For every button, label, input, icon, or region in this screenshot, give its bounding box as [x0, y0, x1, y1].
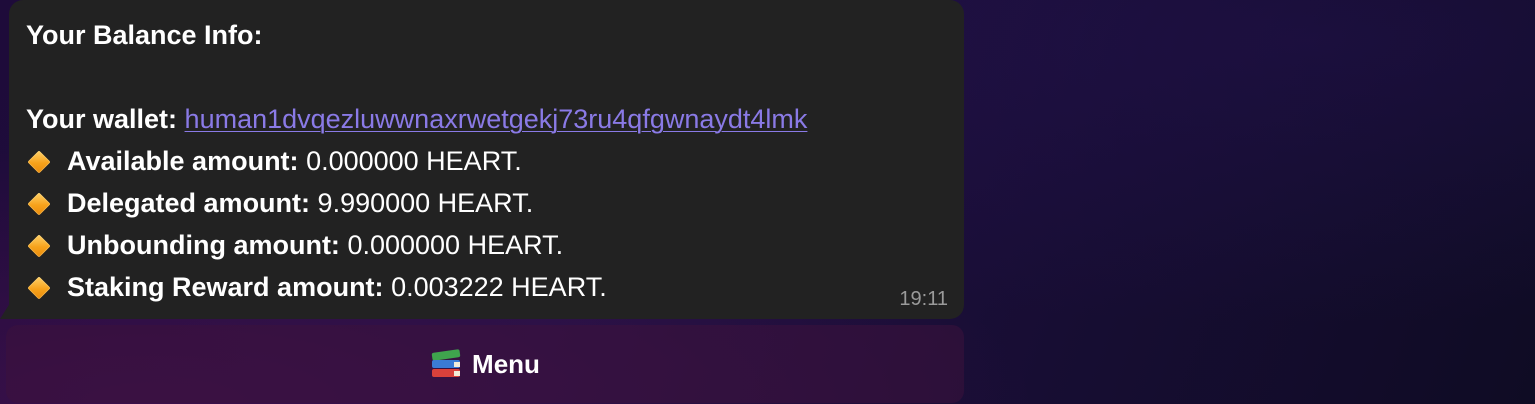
orange-diamond-icon [27, 192, 51, 216]
balance-item-label: Available amount: [67, 146, 299, 176]
balance-item-value: 0.000000 HEART. [347, 230, 564, 260]
wallet-line: Your wallet: human1dvqezluwwnaxrwetgekj7… [26, 98, 948, 140]
message-bubble: Your Balance Info: Your wallet: human1dv… [9, 0, 964, 319]
message-timestamp: 19:11 [899, 288, 948, 310]
balance-item-staking-reward: Staking Reward amount: 0.003222 HEART. [26, 266, 948, 308]
message-title: Your Balance Info: [26, 20, 263, 50]
balance-item-value: 0.003222 HEART. [391, 272, 607, 302]
orange-diamond-icon [27, 150, 51, 174]
balance-item-available: Available amount: 0.000000 HEART. [26, 140, 948, 182]
balance-item-label: Unbounding amount: [67, 230, 340, 260]
wallet-address-link[interactable]: human1dvqezluwwnaxrwetgekj73ru4qfgwnaydt… [185, 104, 808, 134]
orange-diamond-icon [27, 276, 51, 300]
wallet-label: Your wallet: [26, 104, 178, 134]
orange-diamond-icon [27, 234, 51, 258]
balance-item-label: Delegated amount: [67, 188, 311, 218]
books-icon [430, 348, 462, 380]
balance-item-value: 0.000000 HEART. [306, 146, 522, 176]
balance-item-delegated: Delegated amount: 9.990000 HEART. [26, 182, 948, 224]
balance-item-label: Staking Reward amount: [67, 272, 384, 302]
balance-item-value: 9.990000 HEART. [317, 188, 534, 218]
menu-button[interactable]: Menu [6, 325, 964, 403]
menu-button-label: Menu [472, 348, 540, 379]
balance-item-unbounding: Unbounding amount: 0.000000 HEART. [26, 224, 948, 266]
